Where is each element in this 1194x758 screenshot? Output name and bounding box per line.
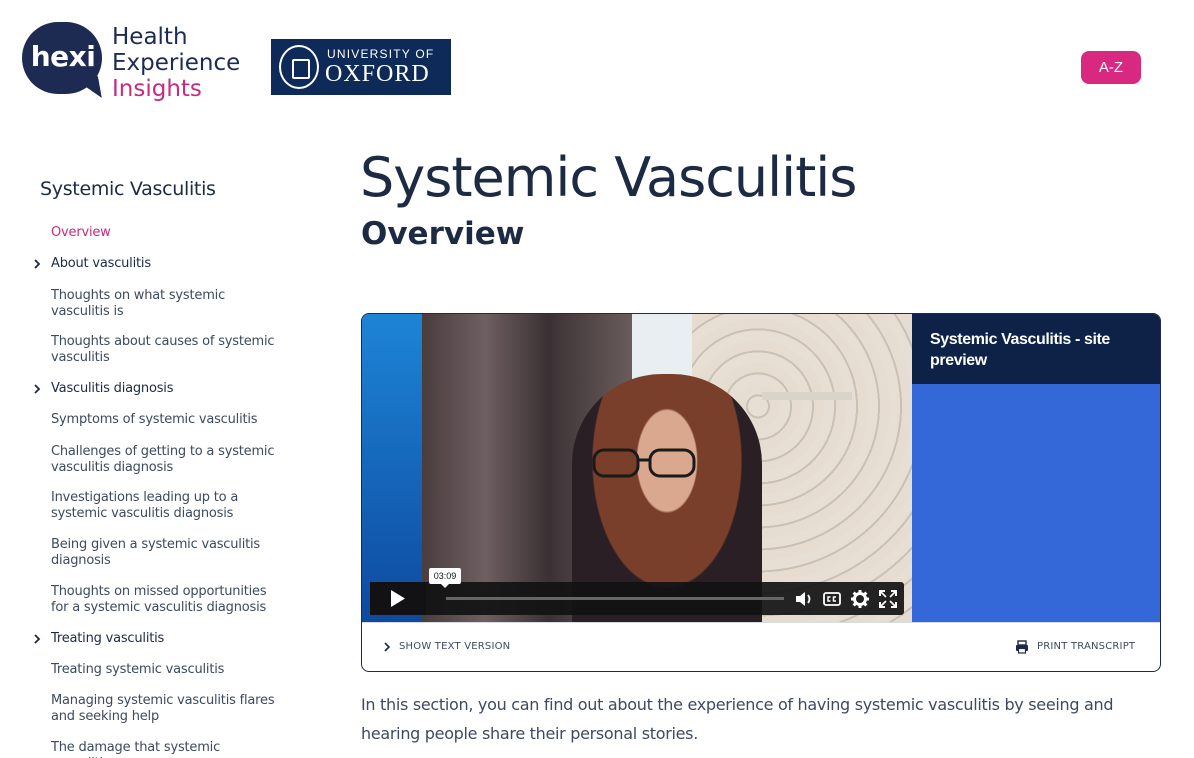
oxford-logo-line2: OXFORD: [325, 61, 430, 87]
intro-paragraph: In this section, you can find out about …: [361, 695, 1114, 743]
page-title: Systemic Vasculitis: [360, 146, 857, 209]
hexi-speech-tail: [76, 76, 102, 102]
sidebar-nav: Systemic Vasculitis Overview About vascu…: [0, 170, 320, 758]
show-text-version-link[interactable]: SHOW TEXT VERSION: [399, 641, 510, 652]
sidebar-item-thoughts-what[interactable]: Thoughts on what systemic vasculitis is: [51, 288, 281, 320]
volume-icon[interactable]: [794, 589, 814, 609]
sidebar-item-missed-opportunities[interactable]: Thoughts on missed opportunities for a s…: [51, 584, 281, 616]
sidebar-item-challenges[interactable]: Challenges of getting to a systemic vasc…: [51, 444, 281, 476]
video-card: 03:09 Systemic Vasculitis - site preview…: [361, 313, 1161, 672]
sidebar-item-about-vasculitis[interactable]: About vasculitis: [51, 256, 281, 272]
closed-captions-icon[interactable]: [822, 589, 842, 609]
chevron-right-icon: [384, 642, 391, 652]
hexi-logo[interactable]: hexi Health Experience Insights: [22, 22, 252, 104]
printer-icon[interactable]: [1015, 640, 1029, 654]
hexi-word-experience: Experience: [112, 50, 241, 76]
sidebar-title: Systemic Vasculitis: [40, 178, 216, 200]
oxford-logo[interactable]: UNIVERSITY OF OXFORD: [271, 39, 451, 95]
sidebar-item-investigations[interactable]: Investigations leading up to a systemic …: [51, 490, 281, 522]
sidebar-item-being-given[interactable]: Being given a systemic vasculitis diagno…: [51, 537, 281, 569]
video-controls: 03:09: [370, 568, 904, 615]
sidebar-item-symptoms[interactable]: Symptoms of systemic vasculitis: [51, 412, 281, 428]
video-progress-bar[interactable]: [446, 597, 784, 600]
print-transcript-link[interactable]: PRINT TRANSCRIPT: [1037, 641, 1135, 652]
site-header: hexi Health Experience Insights UNIVERSI…: [0, 0, 1194, 120]
time-tooltip: 03:09: [429, 568, 461, 588]
video-card-footer: SHOW TEXT VERSION PRINT TRANSCRIPT: [362, 622, 1160, 671]
sidebar-item-managing-flares[interactable]: Managing systemic vasculitis flares and …: [51, 693, 281, 725]
page-subtitle: Overview: [361, 216, 525, 252]
hexi-word-insights: Insights: [112, 76, 202, 102]
play-icon: [391, 590, 405, 607]
video-player[interactable]: 03:09: [362, 314, 912, 622]
sidebar-item-damage[interactable]: The damage that systemic vasculitis: [51, 740, 281, 758]
oxford-logo-line1: UNIVERSITY OF: [327, 47, 435, 61]
play-button[interactable]: [370, 582, 426, 615]
hexi-word-health: Health: [112, 24, 188, 50]
a-z-button[interactable]: A-Z: [1081, 51, 1141, 84]
fullscreen-icon[interactable]: [878, 589, 898, 609]
sidebar-item-treating-systemic[interactable]: Treating systemic vasculitis: [51, 662, 281, 678]
hexi-wordmark: Health Experience Insights: [112, 24, 240, 102]
video-frame-shelf: [762, 392, 852, 400]
chevron-right-icon[interactable]: [32, 384, 42, 394]
oxford-seal-icon: [279, 45, 319, 89]
hexi-mark: hexi: [30, 40, 96, 73]
sidebar-item-vasculitis-diagnosis[interactable]: Vasculitis diagnosis: [51, 381, 281, 397]
video-side-header: Systemic Vasculitis - site preview: [912, 314, 1160, 384]
sidebar-item-treating-vasculitis[interactable]: Treating vasculitis: [51, 631, 281, 647]
video-frame-glasses: [592, 448, 696, 478]
sidebar-item-thoughts-causes[interactable]: Thoughts about causes of systemic vascul…: [51, 334, 281, 366]
video-side-panel: Systemic Vasculitis - site preview: [912, 314, 1160, 622]
video-panel-title[interactable]: Systemic Vasculitis - site preview: [930, 329, 1150, 371]
chevron-right-icon[interactable]: [32, 259, 42, 269]
chevron-right-icon[interactable]: [32, 634, 42, 644]
settings-gear-icon[interactable]: [850, 589, 870, 609]
sidebar-item-overview[interactable]: Overview: [51, 225, 281, 241]
